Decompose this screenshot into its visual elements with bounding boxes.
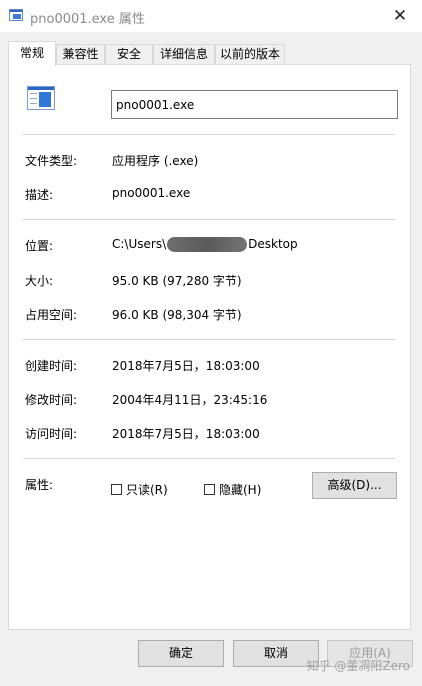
description-value: pno0001.exe [112,186,191,200]
close-icon: ✕ [392,6,408,26]
advanced-button[interactable]: 高级(D)... [312,472,397,499]
attributes-label: 属性: [25,478,54,492]
window-icon [9,9,23,21]
size-value: 95.0 KB (97,280 字节) [112,274,242,288]
hidden-label: 隐藏(H) [219,483,262,497]
readonly-label: 只读(R) [126,483,168,497]
file-name-input[interactable] [111,90,398,119]
window-title: pno0001.exe 属性 [30,12,145,27]
tab-previous-versions[interactable]: 以前的版本 [215,44,285,64]
divider [23,219,395,220]
exe-file-icon [27,86,55,110]
tab-compatibility[interactable]: 兼容性 [56,44,105,64]
accessed-value: 2018年7月5日，18:03:00 [112,427,260,441]
description-label: 描述: [25,188,54,202]
redaction-mark [167,237,248,252]
location-prefix: C:\Users\ [112,237,167,251]
divider [23,339,395,340]
readonly-checkbox[interactable]: 只读(R) [111,481,168,498]
created-value: 2018年7月5日，18:03:00 [112,359,260,373]
watermark: 知乎 @董凋阳Zero [306,659,410,673]
modified-value: 2004年4月11日，23:45:16 [112,393,268,407]
accessed-label: 访问时间: [25,427,78,441]
size-label: 大小: [25,274,54,288]
tab-details[interactable]: 详细信息 [153,44,215,64]
hidden-box[interactable] [204,484,215,495]
title-bar: pno0001.exe 属性 ✕ [0,0,422,32]
divider [23,458,395,459]
divider [23,134,395,135]
ok-button[interactable]: 确定 [138,640,224,667]
tab-security[interactable]: 安全 [105,44,153,64]
general-panel: 文件类型: 应用程序 (.exe) 描述: pno0001.exe 位置: C:… [8,64,411,630]
file-type-label: 文件类型: [25,154,78,168]
close-button[interactable]: ✕ [378,0,422,32]
location-suffix: Desktop [248,237,298,251]
created-label: 创建时间: [25,359,78,373]
disk-size-label: 占用空间: [25,308,78,322]
modified-label: 修改时间: [25,393,78,407]
hidden-checkbox[interactable]: 隐藏(H) [204,481,261,498]
location-label: 位置: [25,239,54,253]
file-type-value: 应用程序 (.exe) [112,154,199,168]
readonly-box[interactable] [111,484,122,495]
location-value: C:\Users\ Desktop [112,237,298,252]
disk-size-value: 96.0 KB (98,304 字节) [112,308,242,322]
tab-general[interactable]: 常规 [8,41,56,66]
